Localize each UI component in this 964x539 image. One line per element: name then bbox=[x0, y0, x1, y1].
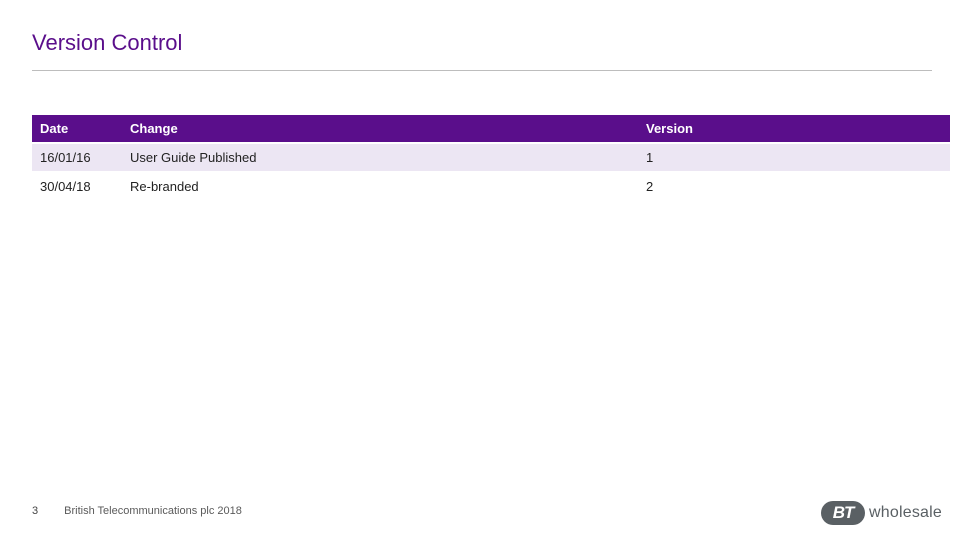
bt-mark-icon: BT bbox=[821, 501, 865, 525]
page-number: 3 bbox=[32, 505, 38, 517]
version-table: Date Change Version 16/01/16 User Guide … bbox=[32, 113, 950, 202]
title-rule bbox=[32, 70, 932, 71]
cell-change: User Guide Published bbox=[122, 144, 638, 171]
table-row: 16/01/16 User Guide Published 1 bbox=[32, 144, 950, 171]
slide: Version Control Date Change Version 16/0… bbox=[0, 0, 964, 539]
table-row: 30/04/18 Re-branded 2 bbox=[32, 173, 950, 200]
cell-date: 16/01/16 bbox=[32, 144, 122, 171]
col-header-change: Change bbox=[122, 115, 638, 142]
page-title: Version Control bbox=[0, 0, 964, 66]
cell-change: Re-branded bbox=[122, 173, 638, 200]
cell-date: 30/04/18 bbox=[32, 173, 122, 200]
copyright-text: British Telecommunications plc 2018 bbox=[64, 505, 242, 517]
cell-version: 1 bbox=[638, 144, 950, 171]
bt-wholesale-logo: BT wholesale bbox=[821, 501, 942, 525]
cell-version: 2 bbox=[638, 173, 950, 200]
version-table-wrap: Date Change Version 16/01/16 User Guide … bbox=[32, 113, 950, 202]
col-header-version: Version bbox=[638, 115, 950, 142]
table-header-row: Date Change Version bbox=[32, 115, 950, 142]
bt-wholesale-word: wholesale bbox=[869, 504, 942, 522]
col-header-date: Date bbox=[32, 115, 122, 142]
footer: 3 British Telecommunications plc 2018 bbox=[32, 505, 242, 517]
